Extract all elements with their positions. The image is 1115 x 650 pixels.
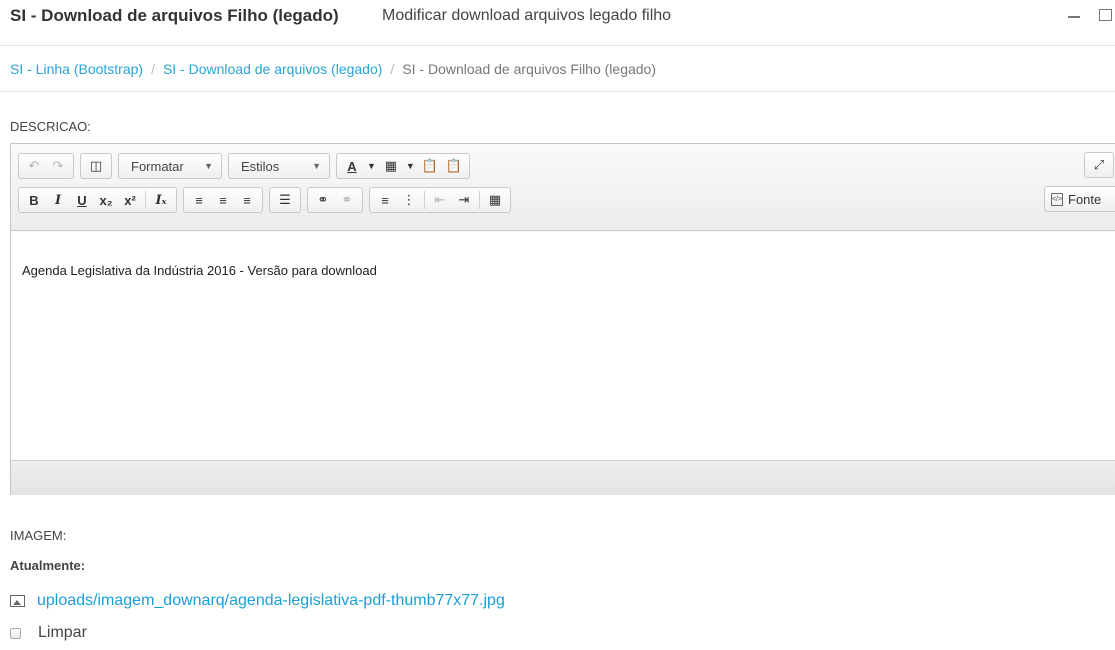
clear-checkbox[interactable] xyxy=(10,627,21,639)
source-code-icon: </> xyxy=(1051,192,1063,206)
toolbar-separator xyxy=(424,191,425,209)
format-dropdown[interactable]: Formatar ▼ xyxy=(118,153,222,179)
background-color-icon[interactable]: ▦ xyxy=(379,155,403,177)
redo-icon[interactable]: ↷ xyxy=(46,155,70,177)
italic-icon[interactable]: I xyxy=(46,189,70,211)
page-title: SI - Download de arquivos Filho (legado) xyxy=(10,6,339,25)
clear-label: Limpar xyxy=(38,624,87,641)
styles-dropdown[interactable]: Estilos ▼ xyxy=(228,153,330,179)
source-label: Fonte xyxy=(1068,191,1102,207)
outdent-icon[interactable]: ⇤ xyxy=(428,189,452,211)
superscript-icon[interactable]: x² xyxy=(118,189,142,211)
text-color-chevron-icon[interactable]: ▼ xyxy=(364,155,379,177)
undo-redo-group: ↶ ↷ xyxy=(18,153,74,179)
descricao-label: DESCRICAO: xyxy=(10,119,91,134)
rich-text-editor: ↶ ↷ ◫ Formatar ▼ Estilos ▼ A ▼ ▦ ▼ 📋 📋 ⤢… xyxy=(10,143,1115,495)
bold-icon[interactable]: B xyxy=(22,189,46,211)
background-color-chevron-icon[interactable]: ▼ xyxy=(403,155,418,177)
justify-group: ☰ xyxy=(269,187,301,213)
paste-from-word-icon[interactable]: ◫ xyxy=(84,155,108,177)
underline-icon[interactable]: U xyxy=(70,189,94,211)
toolbar-separator xyxy=(145,191,146,209)
maximize-window-icon[interactable] xyxy=(1099,9,1112,21)
editor-toolbar: ↶ ↷ ◫ Formatar ▼ Estilos ▼ A ▼ ▦ ▼ 📋 📋 ⤢… xyxy=(11,144,1115,231)
format-label: Formatar xyxy=(131,158,184,174)
paste-word-icon[interactable]: 📋 xyxy=(442,155,466,177)
link-group: ⚭ ⚭ xyxy=(307,187,363,213)
breadcrumb-current: SI - Download de arquivos Filho (legado) xyxy=(402,61,657,77)
indent-icon[interactable]: ⇥ xyxy=(452,189,476,211)
editor-maximize-icon[interactable]: ⤢ xyxy=(1084,152,1114,178)
current-file-link[interactable]: uploads/imagem_downarq/agenda-legislativ… xyxy=(37,592,505,610)
toolbar-row-1: ↶ ↷ ◫ Formatar ▼ Estilos ▼ A ▼ ▦ ▼ 📋 📋 xyxy=(18,152,476,180)
color-group: A ▼ ▦ ▼ 📋 📋 xyxy=(336,153,470,179)
basic-style-group: B I U x₂ x² Iₓ xyxy=(18,187,177,213)
bulleted-list-icon[interactable]: ⋮ xyxy=(397,189,421,211)
minimize-icon[interactable] xyxy=(1068,16,1080,18)
toolbar-row-2: B I U x₂ x² Iₓ ≡ ≡ ≡ ☰ ⚭ ⚭ ≡ ⋮ ⇤ ⇥ ▦ xyxy=(18,186,517,214)
remove-format-icon[interactable]: Iₓ xyxy=(149,189,173,211)
title-bar: SI - Download de arquivos Filho (legado)… xyxy=(0,0,1115,46)
link-icon[interactable]: ⚭ xyxy=(311,189,335,211)
paste-text-icon[interactable]: 📋 xyxy=(418,155,442,177)
imagem-label: IMAGEM: xyxy=(10,528,67,543)
paste-group: ◫ xyxy=(80,153,112,179)
chevron-down-icon: ▼ xyxy=(204,161,213,171)
align-center-icon[interactable]: ≡ xyxy=(211,189,235,211)
breadcrumb-separator: / xyxy=(151,61,155,77)
toolbar-separator xyxy=(479,191,480,209)
numbered-list-icon[interactable]: ≡ xyxy=(373,189,397,211)
align-right-icon[interactable]: ≡ xyxy=(235,189,259,211)
align-justify-icon[interactable]: ☰ xyxy=(273,189,297,211)
clear-row: Limpar xyxy=(10,623,87,643)
atualmente-label: Atualmente: xyxy=(10,558,86,573)
breadcrumb-link-download[interactable]: SI - Download de arquivos (legado) xyxy=(163,61,382,77)
breadcrumb: SI - Linha (Bootstrap) / SI - Download de … xyxy=(10,61,656,81)
source-button[interactable]: </> Fonte xyxy=(1044,186,1115,212)
breadcrumb-separator: / xyxy=(390,61,395,77)
table-icon[interactable]: ▦ xyxy=(483,189,507,211)
subscript-icon[interactable]: x₂ xyxy=(94,189,118,211)
unlink-icon[interactable]: ⚭ xyxy=(335,189,359,211)
styles-label: Estilos xyxy=(241,158,280,174)
editor-content[interactable]: Agenda Legislativa da Indústria 2016 - V… xyxy=(11,232,1115,460)
align-left-icon[interactable]: ≡ xyxy=(187,189,211,211)
editor-footer xyxy=(11,460,1115,495)
undo-icon[interactable]: ↶ xyxy=(22,155,46,177)
list-group: ≡ ⋮ ⇤ ⇥ ▦ xyxy=(369,187,511,213)
breadcrumb-link-linha[interactable]: SI - Linha (Bootstrap) xyxy=(10,61,143,77)
page-subtitle: Modificar download arquivos legado filho xyxy=(382,7,672,24)
current-file-row: uploads/imagem_downarq/agenda-legislativ… xyxy=(10,590,505,612)
divider xyxy=(0,91,1115,92)
chevron-down-icon: ▼ xyxy=(312,161,321,171)
image-icon xyxy=(10,595,25,607)
align-group: ≡ ≡ ≡ xyxy=(183,187,263,213)
text-color-icon[interactable]: A xyxy=(340,155,364,177)
